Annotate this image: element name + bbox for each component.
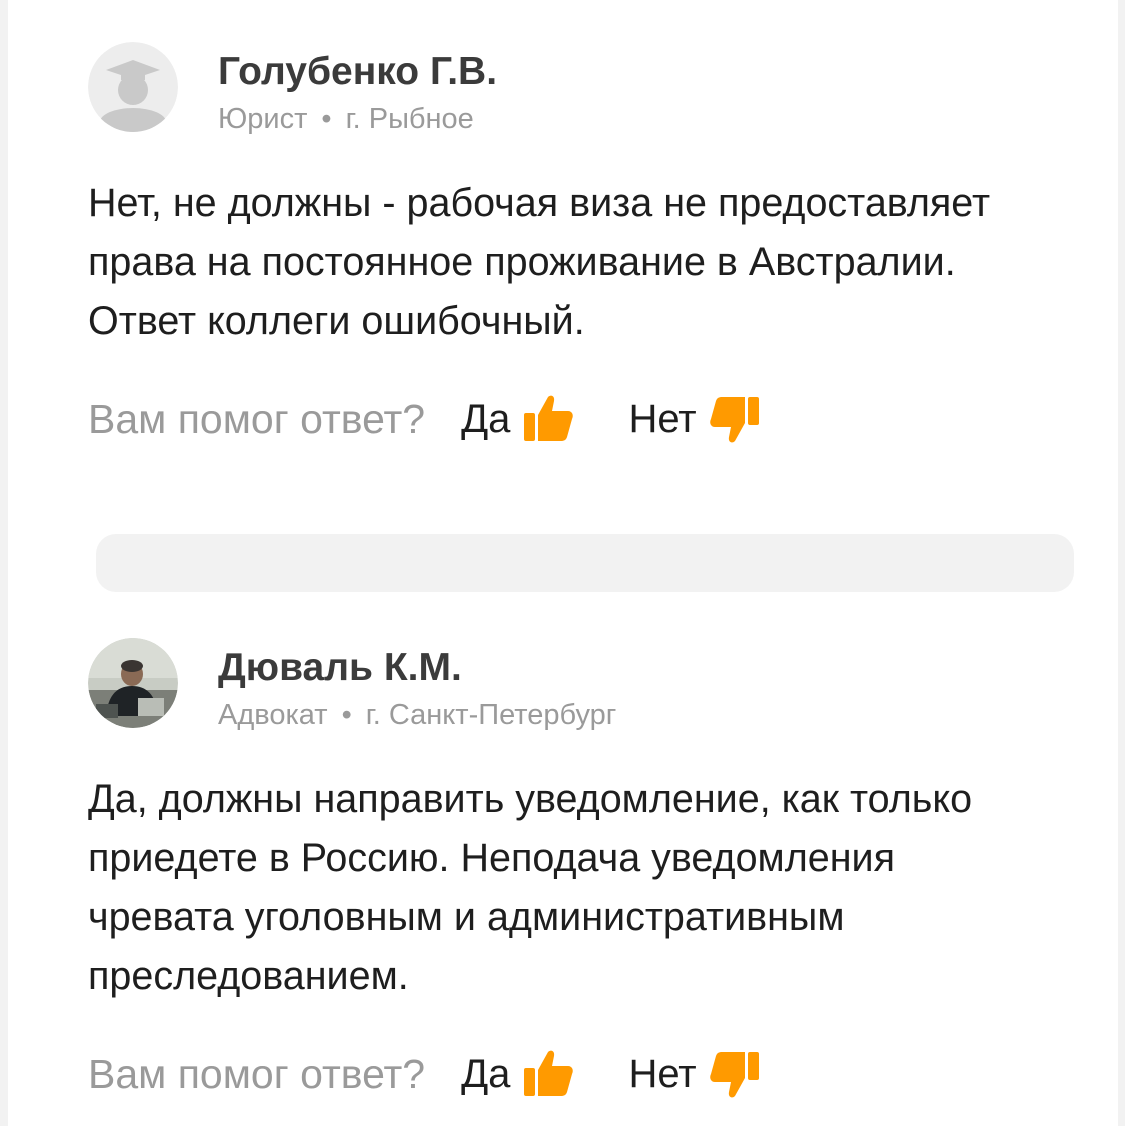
author-meta: Юрист • г. Рыбное bbox=[218, 102, 474, 136]
author-city: г. Рыбное bbox=[345, 103, 474, 135]
vote-no-button[interactable]: Нет bbox=[628, 1046, 762, 1102]
avatar-placeholder-icon[interactable] bbox=[88, 42, 178, 132]
author-name[interactable]: Дюваль К.М. bbox=[218, 646, 462, 690]
thumbs-down-icon bbox=[707, 1046, 763, 1102]
thumbs-up-icon bbox=[520, 391, 576, 447]
vote-no-label: Нет bbox=[628, 1051, 697, 1096]
feedback-row: Вам помог ответ? Да Нет bbox=[88, 389, 1078, 449]
author-header: Голубенко Г.В. Юрист • г. Рыбное bbox=[88, 40, 1078, 135]
meta-separator: • bbox=[321, 103, 332, 135]
meta-separator: • bbox=[341, 699, 352, 731]
author-city: г. Санкт-Петербург bbox=[365, 699, 617, 731]
vote-no-button[interactable]: Нет bbox=[628, 391, 762, 447]
author-role: Юрист bbox=[218, 103, 308, 135]
author-role: Адвокат bbox=[218, 699, 328, 731]
avatar[interactable] bbox=[88, 638, 178, 728]
vote-yes-button[interactable]: Да bbox=[461, 391, 576, 447]
answer-text: Нет, не должны - рабочая виза не предост… bbox=[88, 181, 991, 343]
vote-no-label: Нет bbox=[628, 396, 697, 441]
answer-text: Да, должны направить уведомление, как то… bbox=[88, 777, 973, 998]
answer-card: Дюваль К.М. Адвокат • г. Санкт-Петербург Д… bbox=[88, 636, 1078, 1104]
feedback-row: Вам помог ответ? Да Нет bbox=[88, 1044, 1078, 1104]
thumbs-up-icon bbox=[520, 1046, 576, 1102]
vote-yes-button[interactable]: Да bbox=[461, 1046, 576, 1102]
author-name[interactable]: Голубенко Г.В. bbox=[218, 50, 497, 94]
answer-card: Голубенко Г.В. Юрист • г. Рыбное Нет, не д… bbox=[88, 40, 1078, 449]
answers-divider bbox=[96, 534, 1074, 592]
thumbs-down-icon bbox=[707, 391, 763, 447]
feedback-question: Вам помог ответ? bbox=[88, 395, 426, 442]
vote-yes-label: Да bbox=[461, 396, 511, 441]
feedback-question: Вам помог ответ? bbox=[88, 1050, 426, 1097]
author-meta: Адвокат • г. Санкт-Петербург bbox=[218, 698, 616, 732]
author-header: Дюваль К.М. Адвокат • г. Санкт-Петербург bbox=[88, 636, 1078, 731]
vote-yes-label: Да bbox=[461, 1051, 511, 1096]
